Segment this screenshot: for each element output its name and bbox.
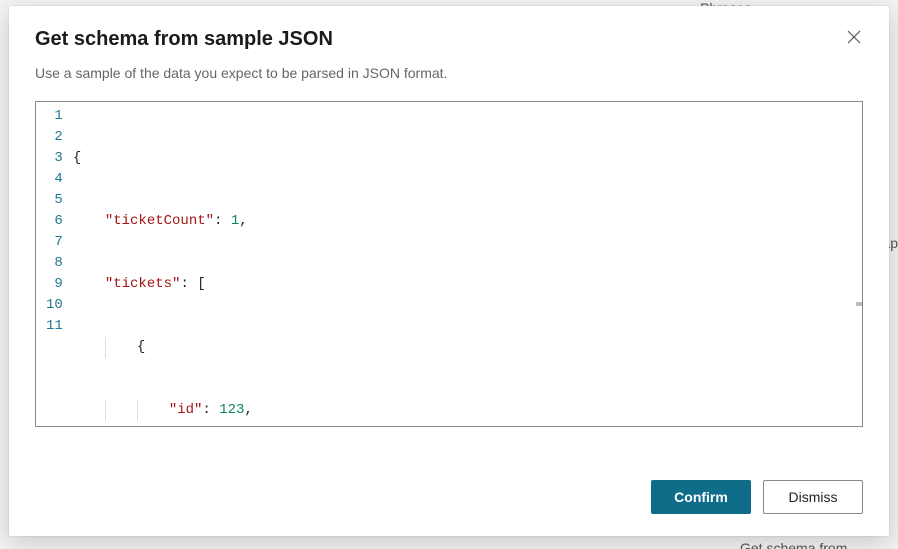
close-icon (847, 30, 861, 44)
code-content[interactable]: { "ticketCount": 1, "tickets": [ { "id":… (71, 102, 862, 426)
bg-bottom-label: Get schema from (740, 540, 847, 549)
dismiss-button[interactable]: Dismiss (763, 480, 863, 514)
line-gutter: 1234567891011 (36, 102, 71, 426)
modal-subtitle: Use a sample of the data you expect to b… (9, 51, 889, 81)
get-schema-modal: Get schema from sample JSON Use a sample… (9, 6, 889, 536)
modal-footer: Confirm Dismiss (9, 462, 889, 536)
json-editor[interactable]: 1234567891011 { "ticketCount": 1, "ticke… (35, 101, 863, 427)
modal-header: Get schema from sample JSON (9, 6, 889, 51)
modal-title: Get schema from sample JSON (35, 28, 333, 51)
confirm-button[interactable]: Confirm (651, 480, 751, 514)
close-button[interactable] (841, 24, 867, 50)
